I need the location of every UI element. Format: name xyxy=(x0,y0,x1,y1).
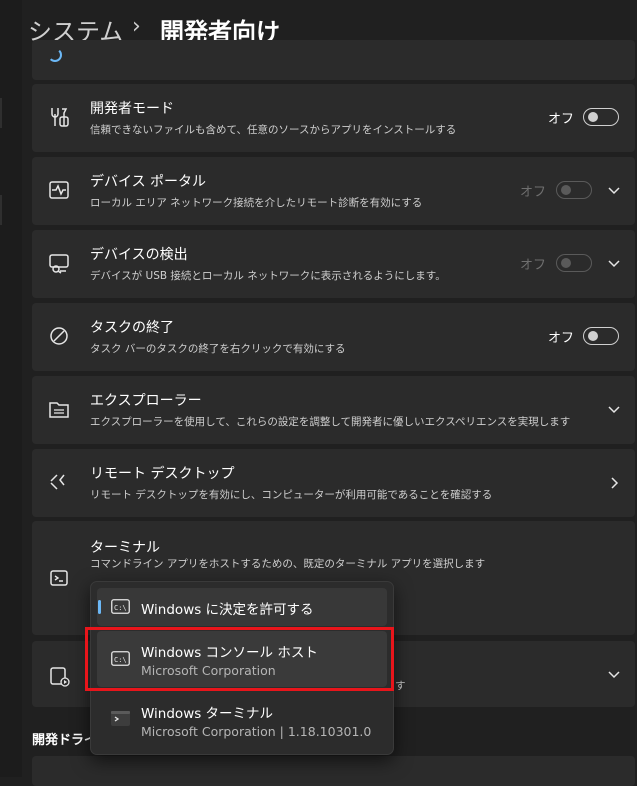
setting-title: デバイス ポータル xyxy=(90,174,207,190)
setting-title: デバイスの検出 xyxy=(90,247,188,263)
setting-title: エクスプローラー xyxy=(90,393,202,409)
remote-desktop-card[interactable]: リモート デスクトップ リモート デスクトップを有効にし、コンピューターが利用可… xyxy=(32,449,635,517)
selected-indicator xyxy=(98,600,101,614)
remote-desktop-icon xyxy=(50,474,65,490)
breadcrumb-separator: › xyxy=(132,14,141,39)
windows-terminal-icon xyxy=(111,711,130,726)
setting-title: 開発者モード xyxy=(90,101,174,117)
developer-tools-icon xyxy=(51,108,69,127)
explorer-card[interactable]: エクスプローラー エクスプローラーを使用して、これらの設定を調整して開発者に優し… xyxy=(32,376,635,444)
nav-pane-edge xyxy=(0,0,22,777)
setting-description: リモート デスクトップを有効にし、コンピューターが利用可能であることを確認する xyxy=(90,489,493,501)
console-icon: C:\ xyxy=(111,599,130,614)
setting-description: ローカル エリア ネットワーク接続を介したリモート診断を有効にする xyxy=(90,197,423,209)
developer-mode-toggle[interactable] xyxy=(583,108,619,126)
toggle-state-label: オフ xyxy=(548,112,575,127)
option-title: Windows に決定を許可する xyxy=(141,602,314,618)
setting-description-fragment: す xyxy=(395,680,406,692)
end-task-icon xyxy=(50,327,68,345)
device-portal-toggle[interactable] xyxy=(556,181,592,199)
setting-description: 信頼できないファイルも含めて、任意のソースからアプリをインストールする xyxy=(90,124,457,136)
device-discovery-toggle[interactable] xyxy=(556,254,592,272)
nav-pane-marker xyxy=(0,98,2,128)
setting-title: タスクの終了 xyxy=(90,320,174,336)
settings-card-partial xyxy=(32,40,635,80)
chevron-down-icon[interactable] xyxy=(606,256,622,272)
setting-description: エクスプローラーを使用して、これらの設定を調整して開発者に優しいエクスペリエンス… xyxy=(90,416,571,428)
toggle-state-label: オフ xyxy=(520,185,547,200)
terminal-icon xyxy=(50,570,68,586)
chevron-right-icon[interactable] xyxy=(606,475,622,491)
device-discovery-icon xyxy=(49,254,69,274)
toggle-state-label: オフ xyxy=(548,331,575,346)
dropdown-option[interactable]: Windows ターミナル Microsoft Corporation | 1.… xyxy=(97,694,387,750)
folder-icon xyxy=(49,402,69,418)
device-portal-icon xyxy=(49,181,69,199)
end-task-toggle[interactable] xyxy=(583,327,619,345)
nav-pane-marker xyxy=(0,195,2,225)
chevron-down-icon[interactable] xyxy=(606,667,622,683)
highlight-box xyxy=(85,627,394,691)
dropdown-option[interactable]: C:\ Windows に決定を許可する xyxy=(97,588,387,626)
device-discovery-card[interactable]: デバイスの検出 デバイスが USB 接続とローカル ネットワークに表示されるよう… xyxy=(32,230,635,298)
device-play-icon xyxy=(50,667,70,687)
svg-text:C:\: C:\ xyxy=(114,604,127,612)
setting-description: デバイスが USB 接続とローカル ネットワークに表示されるようにします。 xyxy=(90,270,446,282)
option-title: Windows ターミナル xyxy=(141,706,274,722)
settings-card-partial xyxy=(32,756,635,786)
setting-description: コマンドライン アプリをホストするための、既定のターミナル アプリを選択します xyxy=(90,558,486,570)
chevron-down-icon[interactable] xyxy=(606,183,622,199)
device-portal-card[interactable]: デバイス ポータル ローカル エリア ネットワーク接続を介したリモート診断を有効… xyxy=(32,157,635,225)
setting-description: タスク バーのタスクの終了を右クリックで有効にする xyxy=(90,343,346,355)
toggle-state-label: オフ xyxy=(520,258,547,273)
end-task-card: タスクの終了 タスク バーのタスクの終了を右クリックで有効にする オフ xyxy=(32,303,635,371)
setting-title: リモート デスクトップ xyxy=(90,466,235,482)
partial-card-icon xyxy=(48,48,62,62)
setting-title: ターミナル xyxy=(90,540,160,556)
chevron-down-icon[interactable] xyxy=(606,402,622,418)
developer-mode-card: 開発者モード 信頼できないファイルも含めて、任意のソースからアプリをインストール… xyxy=(32,84,635,152)
option-publisher: Microsoft Corporation | 1.18.10301.0 xyxy=(141,724,372,739)
